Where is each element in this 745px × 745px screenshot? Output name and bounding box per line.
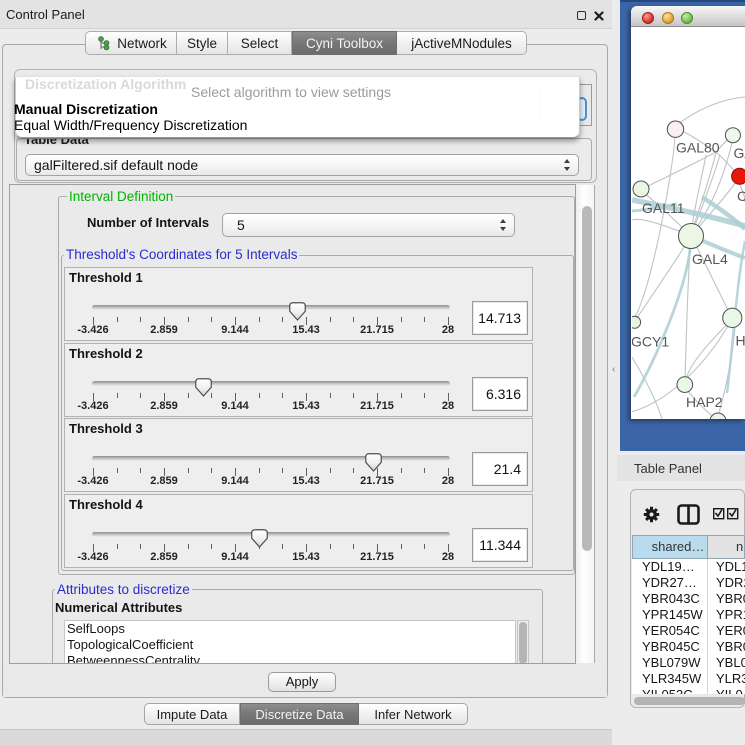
svg-text:GAL80: GAL80 xyxy=(676,140,720,156)
svg-text:GA: GA xyxy=(734,145,745,161)
svg-text:GAL4: GAL4 xyxy=(692,251,728,267)
svg-text:HAP2: HAP2 xyxy=(686,394,723,410)
svg-text:HIS: HIS xyxy=(736,333,745,349)
svg-text:GAL11: GAL11 xyxy=(642,200,685,216)
svg-text:C: C xyxy=(737,188,745,204)
svg-text:GCY1: GCY1 xyxy=(632,334,669,350)
